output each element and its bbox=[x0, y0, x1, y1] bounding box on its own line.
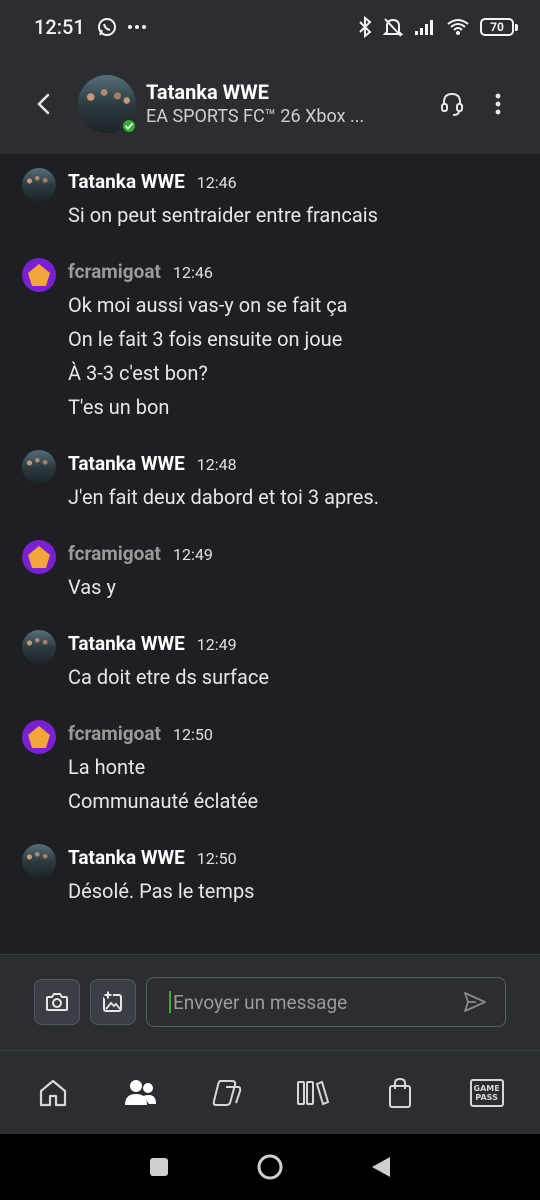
friend-message-avatar[interactable] bbox=[22, 844, 56, 878]
message-time: 12:49 bbox=[196, 635, 237, 654]
message-text[interactable]: Communauté éclatée bbox=[68, 784, 258, 818]
friend-activity: EA SPORTS FC™ 26 Xbox ... bbox=[146, 106, 365, 127]
mute-icon bbox=[382, 16, 404, 38]
friend-message-avatar[interactable] bbox=[22, 630, 56, 664]
message-author[interactable]: fcramigoat bbox=[68, 722, 161, 745]
header-text: Tatanka WWE EA SPORTS FC™ 26 Xbox ... bbox=[146, 79, 436, 129]
gamepass-icon: GAME PASS bbox=[469, 1078, 504, 1107]
more-options-button[interactable] bbox=[482, 88, 514, 120]
message-author[interactable]: fcramigoat bbox=[68, 542, 161, 565]
battery-icon: 70 bbox=[480, 18, 518, 36]
add-image-icon bbox=[103, 990, 122, 1012]
message-time: 12:50 bbox=[172, 725, 213, 744]
text-caret bbox=[169, 991, 171, 1013]
message-text[interactable]: T'es un bon bbox=[68, 390, 348, 424]
library-icon bbox=[297, 1080, 330, 1105]
square-recents-icon bbox=[150, 1158, 168, 1176]
send-button[interactable] bbox=[455, 982, 495, 1022]
circle-home-icon bbox=[257, 1154, 283, 1180]
message-composer bbox=[0, 954, 540, 1050]
back-system-button[interactable] bbox=[370, 1155, 392, 1179]
status-time: 12:51 bbox=[34, 15, 85, 39]
nav-friends[interactable] bbox=[110, 1063, 170, 1123]
system-navigation bbox=[0, 1134, 540, 1200]
friend-name[interactable]: Tatanka WWE bbox=[146, 79, 436, 105]
chevron-left-icon bbox=[37, 93, 50, 115]
copilot-icon bbox=[212, 1079, 241, 1106]
gamepass-label-2: PASS bbox=[475, 1092, 498, 1102]
self-message-avatar[interactable] bbox=[22, 720, 56, 754]
message-text[interactable]: Ok moi aussi vas-y on se fait ça bbox=[68, 288, 348, 322]
message-list[interactable]: Tatanka WWE 12:46 Si on peut sentraider … bbox=[0, 154, 540, 954]
message-time: 12:49 bbox=[172, 545, 213, 564]
message-author[interactable]: Tatanka WWE bbox=[68, 452, 185, 475]
message-input[interactable] bbox=[173, 978, 455, 1026]
bottom-navigation: GAME PASS bbox=[0, 1050, 540, 1134]
home-icon bbox=[40, 1079, 67, 1106]
self-message-avatar[interactable] bbox=[22, 258, 56, 292]
kebab-menu-icon bbox=[495, 93, 501, 115]
voice-party-button[interactable] bbox=[436, 88, 468, 120]
message-author[interactable]: Tatanka WWE bbox=[68, 632, 185, 655]
camera-button[interactable] bbox=[34, 979, 80, 1025]
message-text[interactable]: Vas y bbox=[68, 570, 116, 604]
nav-store[interactable] bbox=[370, 1063, 430, 1123]
message-time: 12:46 bbox=[172, 263, 213, 282]
message-text[interactable]: Si on peut sentraider entre francais bbox=[68, 198, 378, 232]
camera-icon bbox=[46, 993, 68, 1011]
message-text[interactable]: On le fait 3 fois ensuite on joue bbox=[68, 322, 348, 356]
friend-avatar[interactable] bbox=[78, 75, 138, 135]
home-system-button[interactable] bbox=[256, 1153, 284, 1181]
message-time: 12:48 bbox=[196, 455, 237, 474]
pentagon-avatar-icon bbox=[28, 264, 50, 286]
message-author[interactable]: Tatanka WWE bbox=[68, 846, 185, 869]
bluetooth-icon bbox=[358, 16, 372, 38]
signal-icon bbox=[414, 18, 436, 36]
message-time: 12:46 bbox=[196, 173, 237, 192]
more-dots-icon bbox=[127, 23, 147, 31]
self-message-avatar[interactable] bbox=[22, 540, 56, 574]
pentagon-avatar-icon bbox=[28, 546, 50, 568]
message-text[interactable]: J'en fait deux dabord et toi 3 apres. bbox=[68, 480, 379, 514]
message-author[interactable]: Tatanka WWE bbox=[68, 170, 185, 193]
back-button[interactable] bbox=[16, 76, 72, 132]
headset-icon bbox=[441, 92, 463, 116]
whatsapp-icon bbox=[97, 17, 117, 37]
nav-gamepass[interactable]: GAME PASS bbox=[457, 1063, 517, 1123]
message-text[interactable]: Désolé. Pas le temps bbox=[68, 874, 255, 908]
message-time: 12:50 bbox=[196, 849, 237, 868]
battery-level: 70 bbox=[490, 20, 504, 34]
message-text[interactable]: À 3-3 c'est bon? bbox=[68, 356, 348, 390]
message-author[interactable]: fcramigoat bbox=[68, 260, 161, 283]
triangle-back-icon bbox=[372, 1157, 390, 1177]
message-input-box[interactable] bbox=[146, 977, 506, 1027]
gamepass-label-1: GAME bbox=[473, 1083, 500, 1093]
nav-copilot[interactable] bbox=[197, 1063, 257, 1123]
message-text[interactable]: Ca doit etre ds surface bbox=[68, 660, 269, 694]
send-icon bbox=[464, 992, 486, 1012]
status-bar: 12:51 70 bbox=[0, 0, 540, 54]
friend-message-avatar[interactable] bbox=[22, 450, 56, 484]
online-status-icon bbox=[120, 117, 138, 135]
wifi-icon bbox=[446, 18, 470, 36]
nav-home[interactable] bbox=[23, 1063, 83, 1123]
pentagon-avatar-icon bbox=[28, 726, 50, 748]
friends-icon bbox=[124, 1079, 156, 1105]
store-bag-icon bbox=[388, 1077, 411, 1108]
conversation-header: Tatanka WWE EA SPORTS FC™ 26 Xbox ... bbox=[0, 54, 540, 154]
nav-library[interactable] bbox=[283, 1063, 343, 1123]
recents-button[interactable] bbox=[148, 1156, 170, 1178]
friend-message-avatar[interactable] bbox=[22, 168, 56, 202]
add-image-button[interactable] bbox=[90, 979, 136, 1025]
message-text[interactable]: La honte bbox=[68, 750, 258, 784]
